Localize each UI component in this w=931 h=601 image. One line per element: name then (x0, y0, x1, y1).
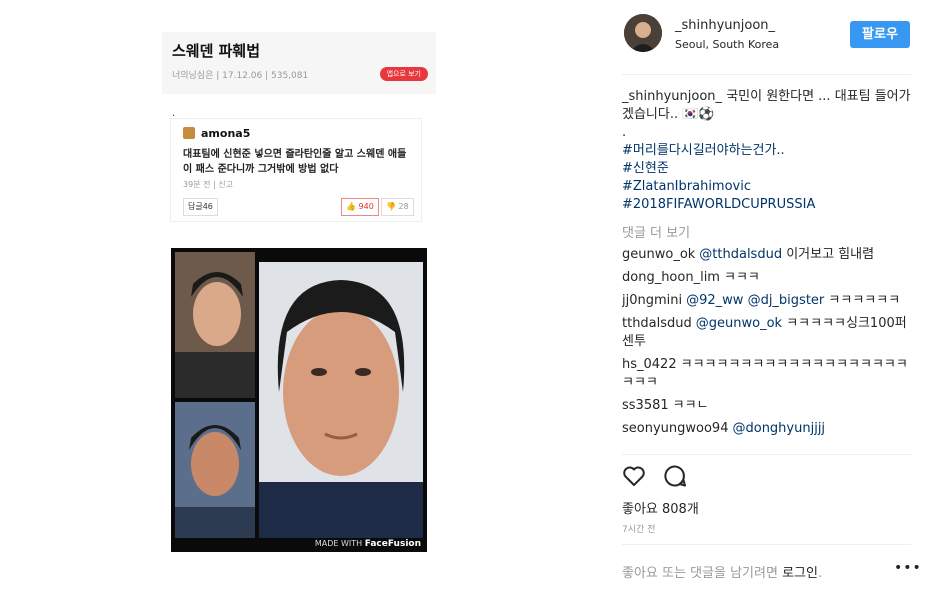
divider (622, 454, 911, 455)
caption-username[interactable]: _shinhyunjoon_ (622, 89, 722, 104)
ellipsis-icon[interactable]: ••• (894, 560, 922, 576)
like-count: 👍 940 (341, 198, 379, 216)
comment-list[interactable]: geunwo_ok @tthdalsdud 이거보고 힘내렴 dong_hoon_… (622, 246, 912, 454)
comment-text: ㅋㅋㅋㅋㅋㅋ (824, 293, 901, 308)
comment-username[interactable]: hs_0422 (622, 357, 677, 372)
comment-icon[interactable] (663, 464, 687, 492)
comment-username[interactable]: seonyungwoo94 (622, 421, 728, 436)
post-caption: _shinhyunjoon_ 국민이 원한다면 ... 대표팀 들어가겠습니다.… (622, 88, 912, 214)
hashtag-link[interactable]: #머리를다시길러야하는건가.. (622, 142, 912, 160)
comment-item: hs_0422 ㅋㅋㅋㅋㅋㅋㅋㅋㅋㅋㅋㅋㅋㅋㅋㅋㅋㅋㅋㅋㅋㅋ (622, 356, 912, 392)
embedded-comment-user: amona5 (183, 127, 250, 140)
facefusion-watermark: MADE WITH FaceFusion (314, 539, 421, 549)
article-header: 스웨덴 파훼법 너의닝심은 | 17.12.06 | 535,081 앱으로 보… (162, 32, 436, 94)
avatar[interactable] (624, 14, 662, 52)
comment-item: jj0ngmini @92_ww @dj_bigster ㅋㅋㅋㅋㅋㅋ (622, 292, 912, 310)
hashtag-link[interactable]: #2018FIFAWORLDCUPRUSSIA (622, 196, 912, 214)
follow-button[interactable]: 팔로우 (850, 21, 910, 48)
comment-mention[interactable]: @tthdalsdud (699, 247, 782, 262)
article-meta: 너의닝심은 | 17.12.06 | 535,081 (172, 71, 309, 81)
app-view-button: 앱으로 보기 (379, 67, 428, 81)
article-title: 스웨덴 파훼법 (172, 42, 261, 60)
face-photo-top-left (175, 252, 255, 398)
post-media[interactable]: 스웨덴 파훼법 너의닝심은 | 17.12.06 | 535,081 앱으로 보… (0, 0, 600, 601)
comment-text: 이거보고 힘내렴 (782, 247, 875, 262)
login-link[interactable]: 로그인 (782, 566, 818, 581)
face-photo-fusion (259, 262, 423, 538)
comment-item: geunwo_ok @tthdalsdud 이거보고 힘내렴 (622, 246, 912, 264)
divider (622, 74, 911, 75)
comment-text: ㅋㅋㄴ (672, 398, 709, 413)
embedded-comment-text: 대표팀에 신현준 넣으면 즐라탄인줄 알고 스웨덴 애들이 패스 준다니까 그거… (183, 149, 407, 175)
comment-username[interactable]: geunwo_ok (622, 247, 695, 262)
comment-item: dong_hoon_lim ㅋㅋㅋ (622, 269, 912, 287)
post-timestamp[interactable]: 7시간 전 (622, 522, 655, 535)
comment-item: seonyungwoo94 @donghyunjjjj (622, 420, 912, 438)
dislike-count: 👎 28 (381, 198, 414, 216)
login-prompt: 좋아요 또는 댓글을 남기려면 로그인. (622, 566, 823, 581)
face-photo-bottom-left (175, 402, 255, 538)
load-more-comments-button[interactable]: 댓글 더 보기 (622, 222, 690, 241)
face-collage-image: MADE WITH FaceFusion (171, 248, 427, 552)
reply-count: 답글46 (183, 198, 218, 216)
comment-username[interactable]: ss3581 (622, 398, 669, 413)
caption-dot: . (622, 125, 627, 140)
user-badge-icon (183, 127, 195, 139)
location-link[interactable]: Seoul, South Korea (675, 38, 779, 51)
comment-username[interactable]: dong_hoon_lim (622, 270, 720, 285)
action-bar (622, 464, 687, 492)
divider (622, 544, 911, 545)
comment-mention[interactable]: @92_ww @dj_bigster (686, 293, 824, 308)
comment-item: ss3581 ㅋㅋㄴ (622, 397, 912, 415)
comment-mention[interactable]: @donghyunjjjj (732, 421, 825, 436)
post-panel: _shinhyunjoon_ Seoul, South Korea 팔로우 _s… (600, 0, 931, 601)
hashtag-link[interactable]: #신현준 (622, 160, 912, 178)
comment-item: tthdalsdud @geunwo_ok ㅋㅋㅋㅋㅋ싱크100퍼센투 (622, 315, 912, 351)
embedded-comment: amona5 대표팀에 신현준 넣으면 즐라탄인줄 알고 스웨덴 애들이 패스 … (170, 118, 422, 222)
comment-text: ㅋㅋㅋ (723, 270, 760, 285)
embedded-comment-meta: 39분 전 | 신고 (183, 180, 233, 189)
header-username[interactable]: _shinhyunjoon_ (675, 18, 775, 33)
like-count-text[interactable]: 좋아요 808개 (622, 498, 699, 517)
heart-icon[interactable] (622, 464, 646, 492)
comment-username[interactable]: tthdalsdud (622, 316, 692, 331)
comment-username[interactable]: jj0ngmini (622, 293, 682, 308)
hashtag-link[interactable]: #ZlatanIbrahimovic (622, 178, 912, 196)
comment-mention[interactable]: @geunwo_ok (696, 316, 782, 331)
